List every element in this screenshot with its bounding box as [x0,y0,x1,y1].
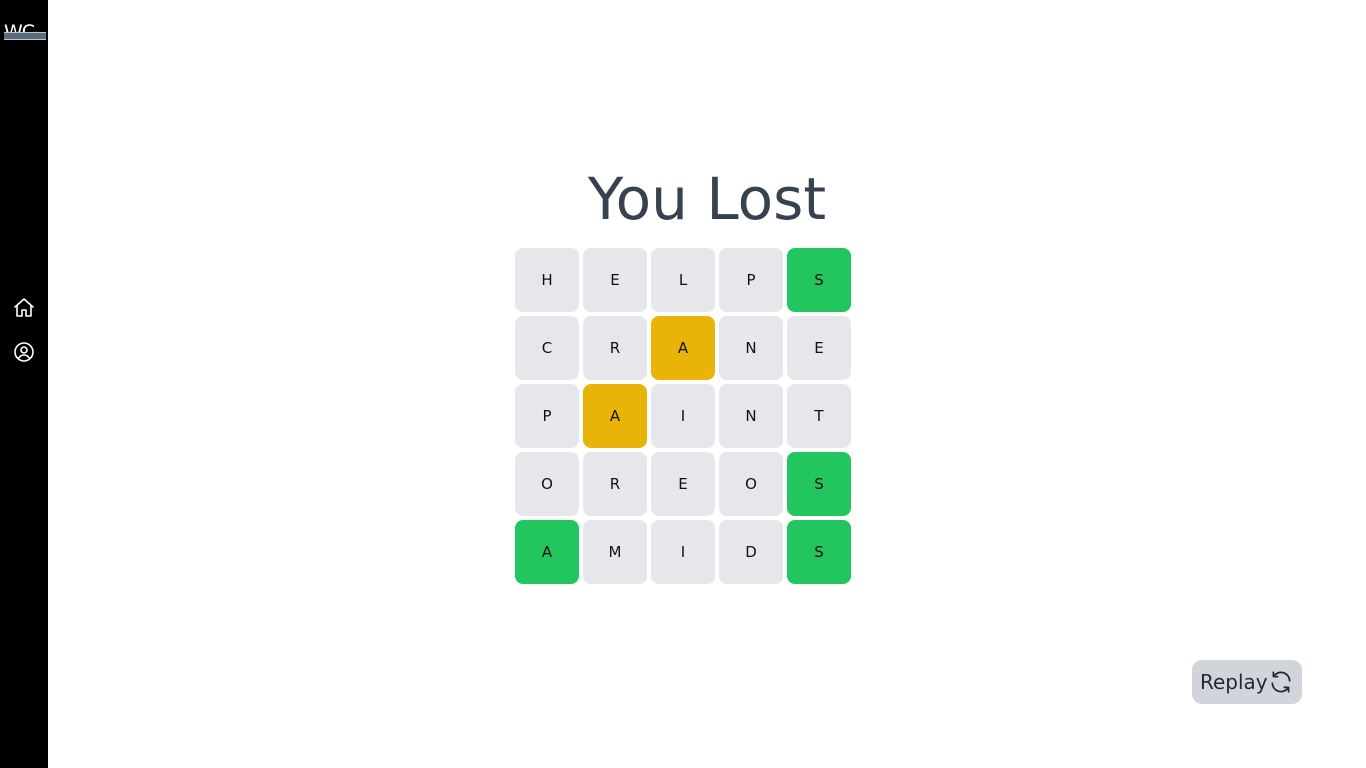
letter-tile: I [651,384,715,448]
letter-tile: L [651,248,715,312]
letter-tile: D [719,520,783,584]
letter-tile: R [583,452,647,516]
letter-tile: N [719,384,783,448]
letter-tile: I [651,520,715,584]
letter-tile: S [787,452,851,516]
logo-overlay-bar [4,32,46,40]
letter-tile: A [583,384,647,448]
sidebar: WC [0,0,48,768]
letter-tile: E [787,316,851,380]
letter-tile: A [651,316,715,380]
app-logo[interactable]: WC [4,20,46,44]
home-icon[interactable] [12,296,36,320]
letter-tile: N [719,316,783,380]
letter-tile: R [583,316,647,380]
letter-tile: P [719,248,783,312]
letter-tile: T [787,384,851,448]
user-circle-icon[interactable] [12,340,36,364]
refresh-icon [1268,669,1294,695]
guess-grid: HELPSCRANEPAINTOREOSAMIDS [515,248,851,584]
letter-tile: S [787,248,851,312]
letter-tile: E [583,248,647,312]
letter-tile: C [515,316,579,380]
letter-tile: O [515,452,579,516]
letter-tile: S [787,520,851,584]
replay-label: Replay [1200,670,1268,694]
letter-tile: H [515,248,579,312]
letter-tile: O [719,452,783,516]
letter-tile: A [515,520,579,584]
letter-tile: P [515,384,579,448]
letter-tile: E [651,452,715,516]
result-title: You Lost [587,165,827,233]
replay-button[interactable]: Replay [1192,660,1302,704]
letter-tile: M [583,520,647,584]
